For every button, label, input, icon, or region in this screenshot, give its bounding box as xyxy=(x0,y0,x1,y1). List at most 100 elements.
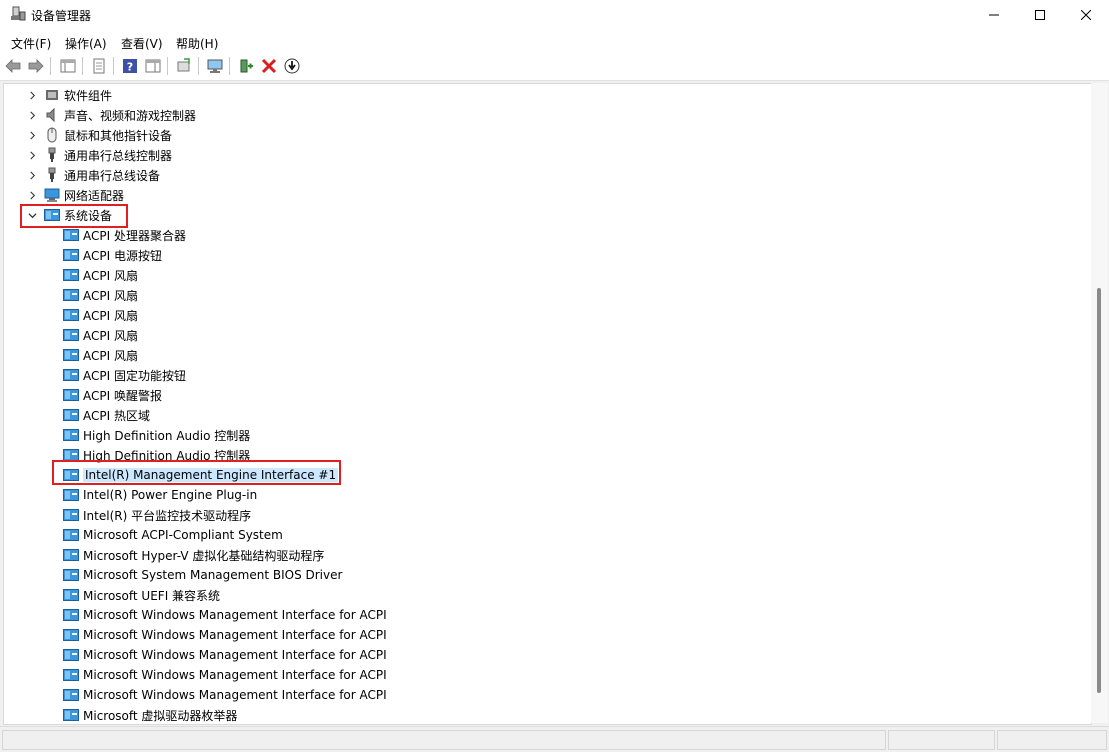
tree-category-label: 网络适配器 xyxy=(64,188,125,203)
tree-device[interactable]: ACPI 风扇 xyxy=(4,345,1084,365)
back-button[interactable] xyxy=(4,57,22,75)
tree-category-expanded[interactable]: 系统设备 xyxy=(4,205,1084,225)
tree-device-label: ACPI 处理器聚合器 xyxy=(83,228,186,243)
disable-device-button[interactable] xyxy=(283,57,301,75)
tree-device-label: Microsoft Windows Management Interface f… xyxy=(83,648,387,662)
forward-button[interactable] xyxy=(27,57,45,75)
tree-device[interactable]: Microsoft System Management BIOS Driver xyxy=(4,565,1084,585)
help-button[interactable]: ? xyxy=(121,57,139,75)
minimize-button[interactable] xyxy=(971,0,1017,30)
tree-device-label: ACPI 风扇 xyxy=(83,328,138,343)
chevron-right-icon[interactable] xyxy=(26,125,38,145)
scrollbar-thumb[interactable] xyxy=(1097,288,1101,693)
tree-device[interactable]: High Definition Audio 控制器 xyxy=(4,425,1084,445)
tree-device[interactable]: ACPI 热区域 xyxy=(4,405,1084,425)
tree-category[interactable]: 网络适配器 xyxy=(4,185,1084,205)
system-device-icon xyxy=(63,347,79,363)
tree-device[interactable]: ACPI 风扇 xyxy=(4,325,1084,345)
system-device-icon xyxy=(63,687,79,703)
system-device-icon xyxy=(63,367,79,383)
maximize-button[interactable] xyxy=(1017,0,1063,30)
tree-device[interactable]: Microsoft Windows Management Interface f… xyxy=(4,645,1084,665)
tree-category-label: 声音、视频和游戏控制器 xyxy=(64,108,197,123)
tree-device[interactable]: Microsoft UEFI 兼容系统 xyxy=(4,585,1084,605)
help-icon: ? xyxy=(123,59,137,74)
system-device-icon xyxy=(63,427,79,443)
tree-category[interactable]: 鼠标和其他指针设备 xyxy=(4,125,1084,145)
tree-device[interactable]: Microsoft 虚拟驱动器枚举器 xyxy=(4,705,1084,724)
action-pane-button[interactable] xyxy=(144,57,162,75)
tree-category-label: 鼠标和其他指针设备 xyxy=(64,128,173,143)
highlight-box-intel-mei xyxy=(52,460,341,485)
tree-device[interactable]: Microsoft Windows Management Interface f… xyxy=(4,605,1084,625)
uninstall-device-button[interactable] xyxy=(260,57,278,75)
tree-device[interactable]: Microsoft Windows Management Interface f… xyxy=(4,685,1084,705)
menu-action[interactable]: 操作(A) xyxy=(65,35,107,52)
chevron-right-icon[interactable] xyxy=(26,145,38,165)
tree-device[interactable]: ACPI 风扇 xyxy=(4,265,1084,285)
enable-device-button[interactable] xyxy=(237,57,255,75)
system-device-icon xyxy=(63,627,79,643)
system-device-icon xyxy=(63,327,79,343)
device-manager-icon xyxy=(11,6,26,21)
system-device-icon xyxy=(63,647,79,663)
tree-device-label: Microsoft Windows Management Interface f… xyxy=(83,668,387,682)
tree-device[interactable]: Intel(R) 平台监控技术驱动程序 xyxy=(4,505,1084,525)
tree-device-label: ACPI 风扇 xyxy=(83,288,138,303)
chevron-right-icon[interactable] xyxy=(26,185,38,205)
close-button[interactable] xyxy=(1063,0,1109,30)
menu-help[interactable]: 帮助(H) xyxy=(176,35,218,52)
minimize-icon xyxy=(989,14,999,16)
system-device-icon xyxy=(63,287,79,303)
tree-device-label: High Definition Audio 控制器 xyxy=(83,428,251,443)
tree-category[interactable]: 软件组件 xyxy=(4,85,1084,105)
action-pane-icon xyxy=(145,59,161,73)
system-device-icon xyxy=(63,267,79,283)
properties-button[interactable] xyxy=(90,57,108,75)
chevron-right-icon[interactable] xyxy=(26,105,38,125)
system-device-icon xyxy=(63,227,79,243)
chevron-right-icon[interactable] xyxy=(26,165,38,185)
tree-device-label: Microsoft 虚拟驱动器枚举器 xyxy=(83,708,238,723)
chevron-right-icon[interactable] xyxy=(26,85,38,105)
tree-device[interactable]: Intel(R) Power Engine Plug-in xyxy=(4,485,1084,505)
properties-icon xyxy=(93,58,105,74)
tree-device[interactable]: ACPI 固定功能按钮 xyxy=(4,365,1084,385)
software-component-icon xyxy=(44,87,60,103)
system-device-icon xyxy=(63,307,79,323)
tree-device-label: ACPI 电源按钮 xyxy=(83,248,162,263)
update-driver-button[interactable] xyxy=(175,57,193,75)
tree-device[interactable]: Microsoft Hyper-V 虚拟化基础结构驱动程序 xyxy=(4,545,1084,565)
tree-category[interactable]: 通用串行总线设备 xyxy=(4,165,1084,185)
menu-bar: 文件(F) 操作(A) 查看(V) 帮助(H) xyxy=(0,30,1109,52)
vertical-scrollbar[interactable] xyxy=(1091,83,1108,723)
tree-category-label: 软件组件 xyxy=(64,88,113,103)
device-tree[interactable]: 软件组件声音、视频和游戏控制器 鼠标和其他指针设备通用串行总线控制器 通用串行总线设… xyxy=(3,83,1092,725)
scan-hardware-button[interactable] xyxy=(206,57,224,75)
uninstall-device-icon xyxy=(261,58,277,74)
status-cell-2 xyxy=(888,730,995,750)
speaker-icon xyxy=(44,107,60,123)
tree-device[interactable]: Microsoft Windows Management Interface f… xyxy=(4,625,1084,645)
tree-device[interactable]: Microsoft ACPI-Compliant System xyxy=(4,525,1084,545)
system-device-icon xyxy=(63,387,79,403)
enable-device-icon xyxy=(240,59,253,73)
tree-category[interactable]: 声音、视频和游戏控制器 xyxy=(4,105,1084,125)
tree-category[interactable]: 通用串行总线控制器 xyxy=(4,145,1084,165)
menu-file[interactable]: 文件(F) xyxy=(11,35,51,52)
tree-device-label: ACPI 风扇 xyxy=(83,268,138,283)
tree-device[interactable]: ACPI 唤醒警报 xyxy=(4,385,1084,405)
tree-device[interactable]: ACPI 处理器聚合器 xyxy=(4,225,1084,245)
tree-device[interactable]: ACPI 风扇 xyxy=(4,305,1084,325)
menu-view[interactable]: 查看(V) xyxy=(121,35,163,52)
forward-arrow-icon xyxy=(28,59,44,73)
tree-device[interactable]: ACPI 电源按钮 xyxy=(4,245,1084,265)
disable-device-icon xyxy=(284,58,300,74)
tree-device-label: ACPI 风扇 xyxy=(83,348,138,363)
tree-device[interactable]: Microsoft Windows Management Interface f… xyxy=(4,665,1084,685)
tree-device-label: Microsoft Hyper-V 虚拟化基础结构驱动程序 xyxy=(83,548,325,563)
system-device-icon xyxy=(63,527,79,543)
tree-device-label: Microsoft Windows Management Interface f… xyxy=(83,608,387,622)
tree-device[interactable]: ACPI 风扇 xyxy=(4,285,1084,305)
console-tree-button[interactable] xyxy=(59,57,77,75)
